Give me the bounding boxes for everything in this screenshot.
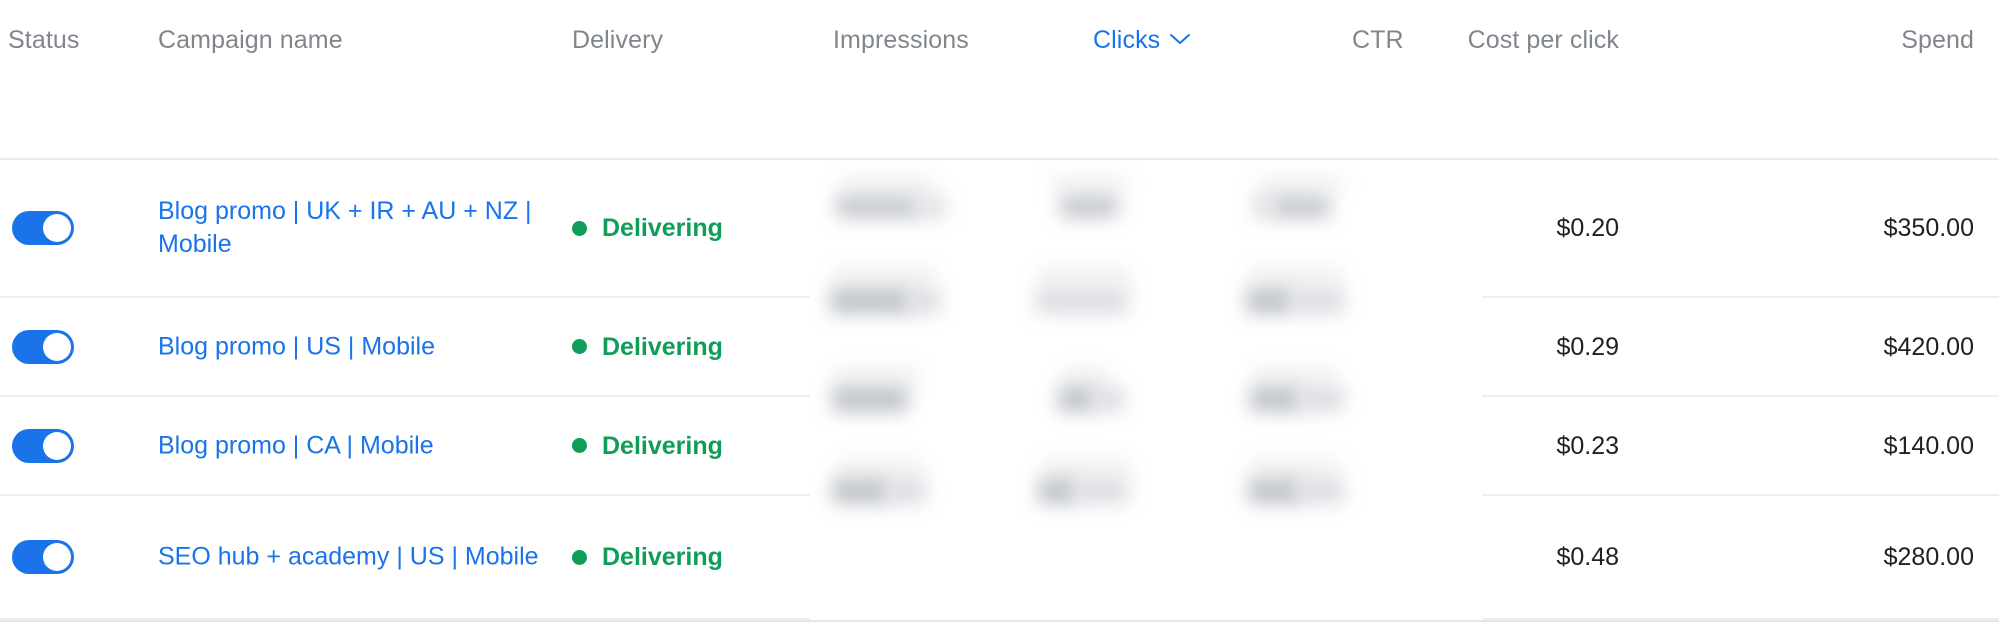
cost-per-click-value: $0.20 [1556,214,1619,242]
table-bottom-divider [0,620,1999,622]
delivery-status-label: Delivering [602,543,723,571]
column-header-clicks[interactable]: Clicks [1093,25,1191,55]
spend-value: $350.00 [1883,214,1974,242]
status-toggle-cell [12,329,74,364]
campaign-name-cell: Blog promo | UK + IR + AU + NZ | Mobile [158,195,558,261]
delivery-cell: Delivering [572,213,723,243]
status-toggle-cell [12,428,74,463]
delivery-status-label: Delivering [602,332,723,361]
campaign-name-link[interactable]: SEO hub + academy | US | Mobile [158,541,558,574]
status-toggle-cell [12,540,74,574]
table-header: Status Campaign name Delivery Impression… [0,0,1999,160]
delivery-cell: Delivering [572,542,723,572]
delivery-status-label: Delivering [602,431,723,460]
column-header-ctr-label: CTR [1352,26,1404,54]
campaign-status-toggle[interactable] [12,540,74,574]
column-header-cost-per-click[interactable]: Cost per click [1468,25,1619,55]
status-toggle-cell [12,211,74,245]
column-header-status-label: Status [8,26,80,54]
column-header-status[interactable]: Status [8,25,79,55]
delivering-status-dot-icon [572,220,587,236]
column-header-delivery-label: Delivery [572,26,664,54]
campaign-status-toggle[interactable] [12,211,74,245]
delivering-status-dot-icon [572,438,587,453]
table-row[interactable]: Blog promo | UK + IR + AU + NZ | Mobile … [0,160,1999,298]
column-header-cost-per-click-label: Cost per click [1467,26,1619,54]
table-row[interactable]: Blog promo | US | Mobile Delivering $0.2… [0,298,1999,397]
campaign-name-link[interactable]: Blog promo | UK + IR + AU + NZ | Mobile [158,195,558,261]
campaigns-table: Status Campaign name Delivery Impression… [0,0,1999,628]
campaign-status-toggle[interactable] [12,428,74,463]
column-header-spend[interactable]: Spend [1901,25,1974,55]
toggle-knob [43,543,71,571]
campaign-name-link[interactable]: Blog promo | CA | Mobile [158,429,558,462]
delivery-status-label: Delivering [602,214,723,242]
table-body: Blog promo | UK + IR + AU + NZ | Mobile … [0,160,1999,620]
table-row[interactable]: SEO hub + academy | US | Mobile Deliveri… [0,496,1999,620]
column-header-delivery[interactable]: Delivery [572,25,663,55]
column-header-campaign-name[interactable]: Campaign name [158,25,343,55]
column-header-impressions-label: Impressions [833,26,969,54]
table-header-row: Status Campaign name Delivery Impression… [0,25,1999,55]
column-header-ctr[interactable]: CTR [1352,25,1404,55]
spend-value: $420.00 [1883,332,1974,361]
delivery-cell: Delivering [572,332,723,362]
cost-per-click-value: $0.48 [1556,543,1619,571]
campaign-name-cell: Blog promo | US | Mobile [158,330,558,363]
campaign-name-link[interactable]: Blog promo | US | Mobile [158,330,558,363]
campaign-status-toggle[interactable] [12,329,74,364]
spend-value: $140.00 [1883,431,1974,460]
cost-per-click-value: $0.29 [1556,332,1619,361]
spend-value: $280.00 [1883,543,1974,571]
delivery-cell: Delivering [572,431,723,461]
column-header-spend-label: Spend [1901,26,1974,54]
toggle-knob [43,431,71,460]
campaign-name-cell: Blog promo | CA | Mobile [158,429,558,462]
toggle-knob [43,214,71,242]
delivering-status-dot-icon [572,549,587,565]
column-header-campaign-name-label: Campaign name [158,26,343,54]
delivering-status-dot-icon [572,339,587,354]
column-header-impressions[interactable]: Impressions [833,25,969,55]
cost-per-click-value: $0.23 [1556,431,1619,460]
chevron-down-icon [1169,32,1191,46]
column-header-clicks-label: Clicks [1093,26,1161,54]
toggle-knob [43,332,71,361]
table-row[interactable]: Blog promo | CA | Mobile Delivering $0.2… [0,397,1999,496]
campaign-name-cell: SEO hub + academy | US | Mobile [158,541,558,574]
